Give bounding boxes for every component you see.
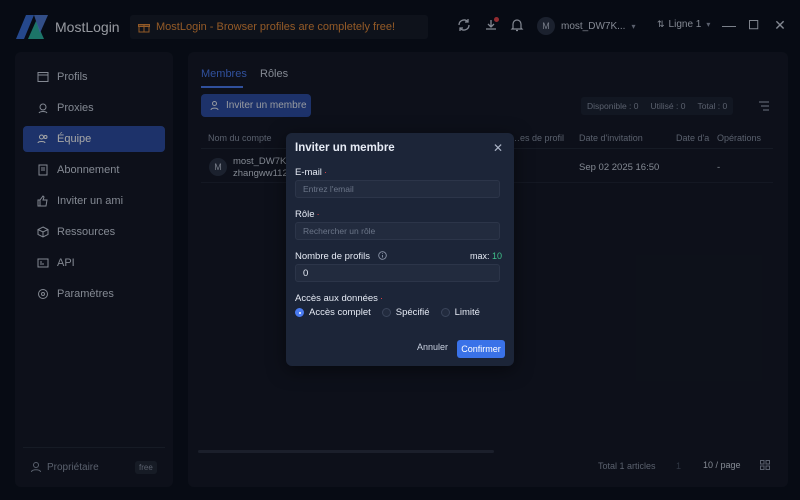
email-label: E-mail · bbox=[295, 167, 328, 178]
cancel-button[interactable]: Annuler bbox=[417, 342, 448, 352]
profiles-max: max: 10 bbox=[470, 251, 503, 261]
radio-checked bbox=[295, 308, 304, 317]
profiles-count-label: Nombre de profils bbox=[295, 251, 387, 262]
modal-title: Inviter un membre bbox=[295, 142, 395, 154]
info-icon[interactable] bbox=[377, 251, 387, 260]
access-full-option[interactable]: Accès complet bbox=[295, 307, 371, 318]
role-label: Rôle · bbox=[295, 209, 320, 220]
email-field[interactable]: Entrez l'email bbox=[295, 180, 500, 198]
confirm-button[interactable]: Confirmer bbox=[457, 340, 505, 358]
profiles-count-input[interactable]: 0 bbox=[295, 264, 500, 282]
radio-unchecked bbox=[381, 308, 391, 317]
access-specified-option[interactable]: Spécifié bbox=[381, 307, 430, 318]
role-select[interactable]: Rechercher un rôle bbox=[295, 222, 500, 240]
data-access-label: Accès aux données · bbox=[295, 293, 384, 304]
access-limited-option[interactable]: Limité bbox=[440, 307, 480, 318]
data-access-options: Accès complet Spécifié Limité bbox=[295, 307, 491, 318]
close-icon[interactable]: ✕ bbox=[492, 142, 504, 154]
radio-unchecked bbox=[440, 308, 450, 317]
invite-member-modal: Inviter un membre ✕ E-mail · Entrez l'ema… bbox=[286, 133, 514, 366]
